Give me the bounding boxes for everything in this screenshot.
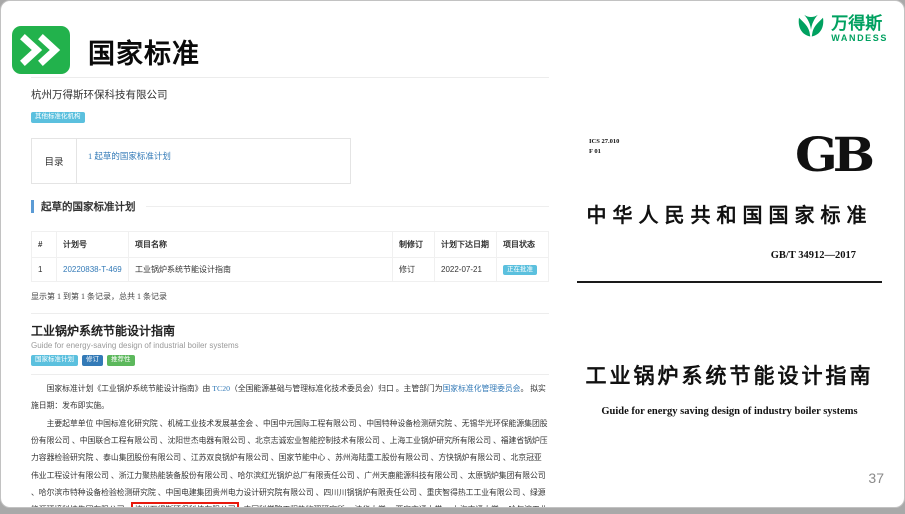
section-title: 起草的国家标准计划 [41,199,136,214]
cell-revision: 修订 [393,258,435,282]
tag-revision: 修订 [82,355,103,366]
col-revision: 制修订 [393,232,435,258]
double-chevron-icon [12,26,70,74]
company-name: 杭州万得斯环保科技有限公司 [31,87,549,102]
toc-link[interactable]: 1 起草的国家标准计划 [88,151,171,161]
company-tag: 其他标准化机构 [31,112,85,123]
brand-name-cn: 万得斯 [831,15,888,32]
toc-label: 目录 [32,139,77,183]
col-date: 计划下达日期 [435,232,497,258]
highlight-company-redbox: 杭州万得斯环保科技有限公司 [134,505,235,508]
cover-divider [577,281,882,283]
ics-code: ICS 27.010 F 01 [589,137,619,157]
cover-doc-title: 工业锅炉系统节能设计指南 [563,360,896,390]
plan-number-link[interactable]: 20220838-T-469 [63,265,122,274]
col-index: # [32,232,57,258]
table-header-row: # 计划号 项目名称 制修订 计划下达日期 项目状态 [32,232,549,258]
tc20-link[interactable]: TC20 [212,384,230,393]
section-heading: 起草的国家标准计划 [31,199,549,214]
slide-page-number: 37 [868,470,884,486]
status-badge: 正在批准 [503,265,537,276]
standard-tags: 国家标准计划 修订 推荐性 [31,355,549,366]
col-status: 项目状态 [497,232,549,258]
section-rule [146,206,550,207]
gb-standard-cover: ICS 27.010 F 01 GB 中华人民共和国国家标准 GB/T 3491… [563,113,896,505]
cell-index: 1 [32,258,57,282]
page-title: 国家标准 [88,32,200,71]
cover-doc-subtitle-en: Guide for energy saving design of indust… [563,406,896,417]
standard-title: 工业锅炉系统节能设计指南 [31,322,549,339]
col-plan-no: 计划号 [57,232,129,258]
standard-number: GB/T 34912—2017 [771,250,856,261]
brand-name-en: WANDESS [831,34,888,43]
toc-box: 目录 1 起草的国家标准计划 [31,138,351,184]
pagination-summary: 显示第 1 到第 1 条记录，总共 1 条记录 [31,291,549,314]
sac-link[interactable]: 国家标准化管理委员会 [443,384,521,393]
paragraph-overview: 国家标准计划《工业锅炉系统节能设计指南》由 TC20（全国能源基础与管理标准化技… [31,380,549,414]
standard-detail-header: 工业锅炉系统节能设计指南 Guide for energy-saving des… [31,322,549,375]
tag-national-plan: 国家标准计划 [31,355,78,366]
standard-subtitle-en: Guide for energy-saving design of indust… [31,341,549,350]
cell-date: 2022-07-21 [435,258,497,282]
cover-title: 中华人民共和国国家标准 [563,199,896,228]
cell-project-name: 工业锅炉系统节能设计指南 [129,258,393,282]
standard-description: 国家标准计划《工业锅炉系统节能设计指南》由 TC20（全国能源基础与管理标准化技… [31,380,549,509]
paragraph-drafting-units: 主要起草单位 中国标准化研究院 、机械工业技术发展基金会 、中国中元国际工程有限… [31,415,549,508]
gb-logo: GB [795,127,870,182]
slide: 国家标准 万得斯 WANDESS 杭州万得斯环保科技有限公司 其他标准化机构 目… [0,0,905,508]
table-row: 1 20220838-T-469 工业锅炉系统节能设计指南 修订 2022-07… [32,258,549,282]
tag-recommended: 推荐性 [107,355,135,366]
plans-table: # 计划号 项目名称 制修订 计划下达日期 项目状态 1 20220838-T-… [31,231,549,282]
col-project-name: 项目名称 [129,232,393,258]
section-accent-bar [31,200,34,213]
brand-logo: 万得斯 WANDESS [796,11,888,46]
webpage-screenshot: 杭州万得斯环保科技有限公司 其他标准化机构 目录 1 起草的国家标准计划 起草的… [31,77,549,508]
wandess-leaf-icon [796,11,826,46]
